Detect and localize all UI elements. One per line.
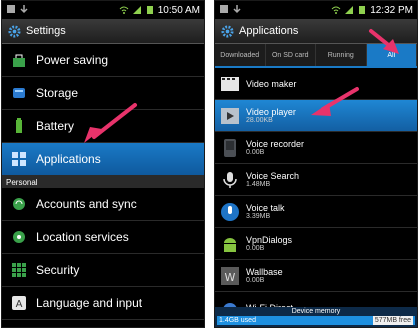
tab-running[interactable]: Running	[316, 44, 367, 66]
android-icon	[224, 237, 236, 252]
status-time: 12:32 PM	[370, 4, 413, 16]
notification-icon	[220, 5, 228, 13]
app-size: 0.00B	[246, 245, 265, 252]
device-memory-panel: Device memory 1.4GB used 577MB free	[215, 307, 417, 327]
download-icon	[233, 5, 241, 14]
gear-icon	[221, 24, 234, 38]
memory-free: 577MB free	[372, 316, 413, 325]
app-size: 1.48MB	[246, 181, 271, 188]
keyboard-icon: A	[12, 296, 26, 310]
wifi-icon	[119, 6, 129, 14]
notification-icon	[7, 5, 15, 13]
status-bar: 10:50 AM	[2, 1, 204, 19]
app-name: Voice Search	[246, 171, 300, 181]
app-item-vpndialogs[interactable]: VpnDialogs 0.00B	[215, 228, 417, 260]
section-header-personal: Personal	[2, 176, 204, 188]
app-name: Wallbase	[246, 267, 283, 277]
video-maker-icon	[221, 76, 239, 91]
app-name: VpnDialogs	[246, 235, 293, 245]
app-size: 3.39MB	[246, 213, 271, 220]
title-bar: Applications	[215, 19, 417, 44]
app-size: 28.00KB	[246, 117, 273, 124]
app-size: 0.00B	[246, 149, 265, 156]
app-item-video-player[interactable]: Video player 28.00KB	[215, 100, 417, 132]
app-item-voice-talk[interactable]: Voice talk 3.39MB	[215, 196, 417, 228]
sync-icon	[13, 198, 25, 210]
battery-status-icon	[146, 6, 153, 14]
title-bar: Settings	[2, 19, 204, 44]
page-title: Settings	[26, 25, 66, 37]
svg-text:W: W	[225, 271, 236, 284]
settings-item-label: Battery	[36, 119, 75, 133]
settings-item-security[interactable]: Security	[2, 254, 204, 287]
app-name: Video player	[246, 107, 296, 117]
settings-item-applications[interactable]: Applications	[2, 143, 204, 176]
settings-item-label: Accounts and sync	[36, 197, 137, 211]
app-filter-tabs: Downloaded On SD card Running All	[215, 44, 417, 68]
settings-item-battery[interactable]: Battery	[2, 110, 204, 143]
battery-icon	[16, 118, 22, 133]
applications-screen: 12:32 PM Applications Downloaded On SD c…	[214, 0, 418, 328]
wifi-icon	[331, 6, 341, 14]
app-item-voice-search[interactable]: Voice Search 1.48MB	[215, 164, 417, 196]
settings-item-label: Security	[36, 263, 80, 277]
video-player-icon	[221, 107, 239, 124]
wallbase-icon: W	[221, 266, 239, 285]
app-item-wallbase[interactable]: W Wallbase 0.00B	[215, 260, 417, 292]
tab-on-sd-card[interactable]: On SD card	[266, 44, 316, 66]
memory-usage-bar: 1.4GB used 577MB free	[217, 316, 415, 325]
settings-item-storage[interactable]: Storage	[2, 77, 204, 110]
app-item-voice-recorder[interactable]: Voice recorder 0.00B	[215, 132, 417, 164]
voice-recorder-icon	[224, 138, 236, 157]
app-size: 0.00B	[246, 277, 265, 284]
settings-item-language-and-input[interactable]: A Language and input	[2, 287, 204, 320]
voice-talk-icon	[221, 202, 239, 221]
applications-icon	[12, 152, 26, 166]
settings-screen: 10:50 AM Settings Power saving Storage B…	[1, 0, 205, 328]
memory-title: Device memory	[291, 308, 341, 315]
settings-item-label: Power saving	[36, 53, 109, 67]
gear-icon	[8, 24, 21, 38]
settings-item-accounts-and-sync[interactable]: Accounts and sync	[2, 188, 204, 221]
app-name: Voice talk	[246, 203, 285, 213]
svg-text:A: A	[16, 299, 23, 310]
status-time: 10:50 AM	[157, 4, 200, 16]
tab-all[interactable]: All	[366, 44, 417, 66]
page-title: Applications	[239, 25, 299, 37]
app-name: Video maker	[246, 78, 297, 89]
security-icon	[12, 263, 26, 277]
location-icon	[13, 231, 25, 243]
microphone-icon	[223, 171, 237, 188]
settings-item-label: Applications	[36, 152, 101, 166]
settings-item-label: Location services	[36, 230, 129, 244]
app-name: Voice recorder	[246, 139, 305, 149]
download-icon	[20, 5, 28, 14]
settings-item-location-services[interactable]: Location services	[2, 221, 204, 254]
status-bar: 12:32 PM	[215, 1, 417, 19]
battery-status-icon	[359, 6, 366, 14]
settings-item-power-saving[interactable]: Power saving	[2, 44, 204, 77]
tab-downloaded[interactable]: Downloaded	[215, 44, 266, 66]
settings-item-label: Storage	[36, 86, 79, 100]
memory-used: 1.4GB used	[219, 317, 256, 324]
storage-icon	[13, 88, 25, 98]
signal-icon	[132, 6, 141, 14]
signal-icon	[345, 6, 354, 14]
app-item-video-maker[interactable]: Video maker	[215, 68, 417, 100]
power-saving-icon	[13, 54, 25, 67]
settings-item-label: Language and input	[36, 296, 143, 310]
